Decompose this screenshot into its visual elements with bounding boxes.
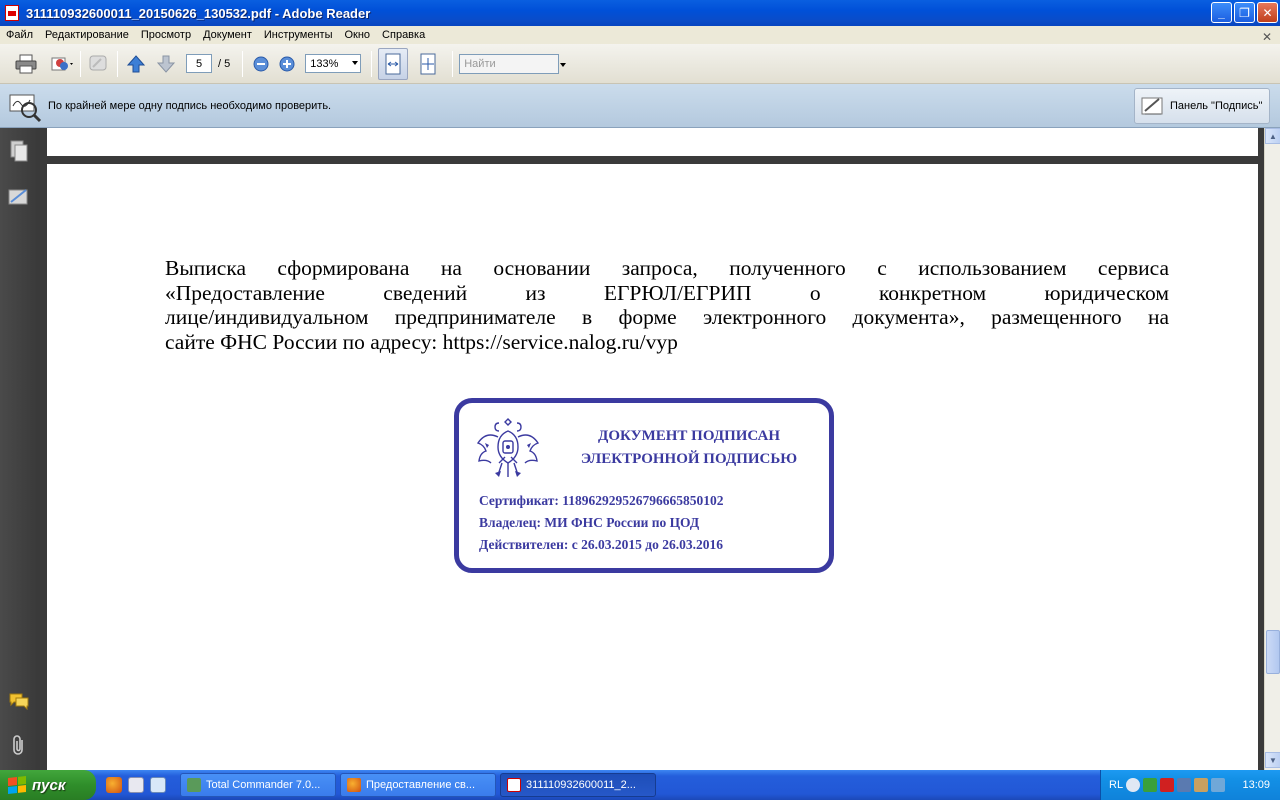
toolbar-separator (117, 50, 118, 77)
antivirus-icon[interactable] (1160, 778, 1175, 792)
maximize-button[interactable]: ❐ (1234, 2, 1255, 23)
zoom-select[interactable]: 133% (305, 54, 362, 73)
comments-icon[interactable] (8, 690, 30, 712)
vertical-scrollbar[interactable]: ▲ ▼ (1264, 128, 1280, 770)
stamp-owner: Владелец: МИ ФНС России по ЦОД (479, 515, 700, 530)
pages-icon[interactable] (8, 140, 30, 162)
page-total: / 5 (218, 57, 231, 70)
close-doc-icon[interactable]: ✕ (1262, 30, 1272, 44)
signature-message: По крайней мере одну подпись необходимо … (48, 99, 332, 112)
window-title: 311110932600011_20150626_130532.pdf - Ad… (26, 5, 371, 21)
scroll-thumb[interactable] (1266, 630, 1280, 674)
stamp-certificate: Сертификат: 118962929526796665850102 (479, 493, 724, 508)
scroll-up-button[interactable]: ▲ (1265, 128, 1280, 144)
fit-width-button[interactable] (378, 47, 409, 80)
coat-of-arms-icon (476, 418, 540, 477)
signatures-icon[interactable] (8, 186, 30, 208)
print-icon[interactable] (14, 52, 38, 76)
chevron-down-icon (352, 61, 359, 65)
toolbar-separator (80, 50, 81, 77)
toolbar-separator (371, 50, 373, 77)
menu-window[interactable]: Окно (338, 29, 376, 41)
sign-tool-icon[interactable] (87, 52, 111, 76)
tray-app-icon[interactable] (1194, 778, 1209, 792)
task-total-commander[interactable]: Total Commander 7.0... (180, 773, 336, 797)
taskbar: пуск Total Commander 7.0... Предоставлен… (0, 770, 1280, 800)
firefox-icon (347, 778, 361, 792)
electronic-signature-stamp: ДОКУМЕНТ ПОДПИСАН ЭЛЕКТРОННОЙ ПОДПИСЬЮ С… (454, 398, 834, 573)
scroll-down-button[interactable]: ▼ (1265, 752, 1280, 768)
task-adobe-reader[interactable]: 311110932600011_2... (500, 773, 656, 797)
fit-page-icon[interactable] (416, 52, 440, 76)
extract-paragraph: Выписка сформирована на основании запрос… (165, 256, 1169, 354)
system-tray: RL 13:09 (1100, 770, 1280, 800)
find-input[interactable]: Найти (459, 53, 567, 74)
task-firefox[interactable]: Предоставление св... (340, 773, 496, 797)
document-view[interactable]: Выписка сформирована на основании запрос… (38, 128, 1264, 770)
fit-width-icon (385, 53, 401, 74)
share-icon[interactable] (50, 52, 74, 76)
menu-tools[interactable]: Инструменты (258, 29, 339, 41)
signature-message-bar: По крайней мере одну подпись необходимо … (0, 84, 1280, 128)
pdf-file-icon (507, 778, 521, 792)
minimize-button[interactable]: _ (1211, 2, 1232, 23)
next-page-icon[interactable] (154, 52, 178, 76)
menu-bar: Файл Редактирование Просмотр Документ Ин… (0, 26, 1280, 44)
firefox-icon[interactable] (106, 777, 122, 793)
desktop-icon[interactable] (150, 777, 166, 793)
total-commander-icon (187, 778, 201, 792)
close-button[interactable]: ✕ (1257, 2, 1278, 23)
clock: 13:09 (1242, 779, 1270, 791)
volume-icon[interactable] (1177, 778, 1192, 792)
zoom-in-icon[interactable] (275, 52, 299, 76)
navigation-panel (0, 128, 38, 770)
windows-logo-icon (8, 776, 26, 794)
save-document-icon[interactable] (128, 777, 144, 793)
paragraph-line: сайте ФНС России по адресу: https://serv… (165, 329, 678, 354)
signature-panel-button[interactable]: Панель "Подпись" (1134, 88, 1270, 124)
menu-help[interactable]: Справка (376, 29, 431, 41)
previous-page-icon[interactable] (124, 52, 148, 76)
signature-warning-icon (9, 94, 42, 122)
menu-document[interactable]: Документ (197, 29, 258, 41)
language-indicator[interactable]: RL (1109, 779, 1123, 791)
stamp-validity: Действителен: с 26.03.2015 до 26.03.2016 (479, 537, 723, 552)
menu-edit[interactable]: Редактирование (39, 29, 135, 41)
paragraph-line: лице/индивидуальном предпринимателе в фо… (165, 305, 1169, 329)
menu-view[interactable]: Просмотр (135, 29, 197, 41)
start-button[interactable]: пуск (0, 770, 96, 800)
pdf-file-icon (5, 5, 19, 21)
network-icon[interactable] (1143, 778, 1158, 792)
window-title-bar[interactable]: 311110932600011_20150626_130532.pdf - Ad… (0, 0, 1280, 26)
menu-file[interactable]: Файл (0, 29, 39, 41)
page-number-input[interactable]: 5 (186, 54, 212, 73)
paragraph-line: Выписка сформирована на основании запрос… (165, 256, 1169, 280)
zoom-out-icon[interactable] (249, 52, 273, 76)
tray-app-icon[interactable] (1211, 778, 1226, 792)
paragraph-line: «Предоставление сведений из ЕГРЮЛ/ЕГРИП … (165, 280, 1169, 305)
signature-pen-icon (1141, 97, 1163, 115)
quick-launch (106, 777, 166, 793)
stamp-title: ДОКУМЕНТ ПОДПИСАН ЭЛЕКТРОННОЙ ПОДПИСЬЮ (580, 428, 798, 467)
current-page: Выписка сформирована на основании запрос… (47, 164, 1258, 770)
tray-collapse-icon[interactable] (1126, 778, 1141, 792)
toolbar-separator (242, 50, 244, 77)
toolbar: 5 / 5 133% Найти (0, 44, 1280, 84)
window-controls: _ ❐ ✕ (1211, 2, 1278, 23)
previous-page (47, 128, 1258, 156)
toolbar-separator (452, 50, 454, 77)
attachments-icon[interactable] (8, 734, 30, 756)
